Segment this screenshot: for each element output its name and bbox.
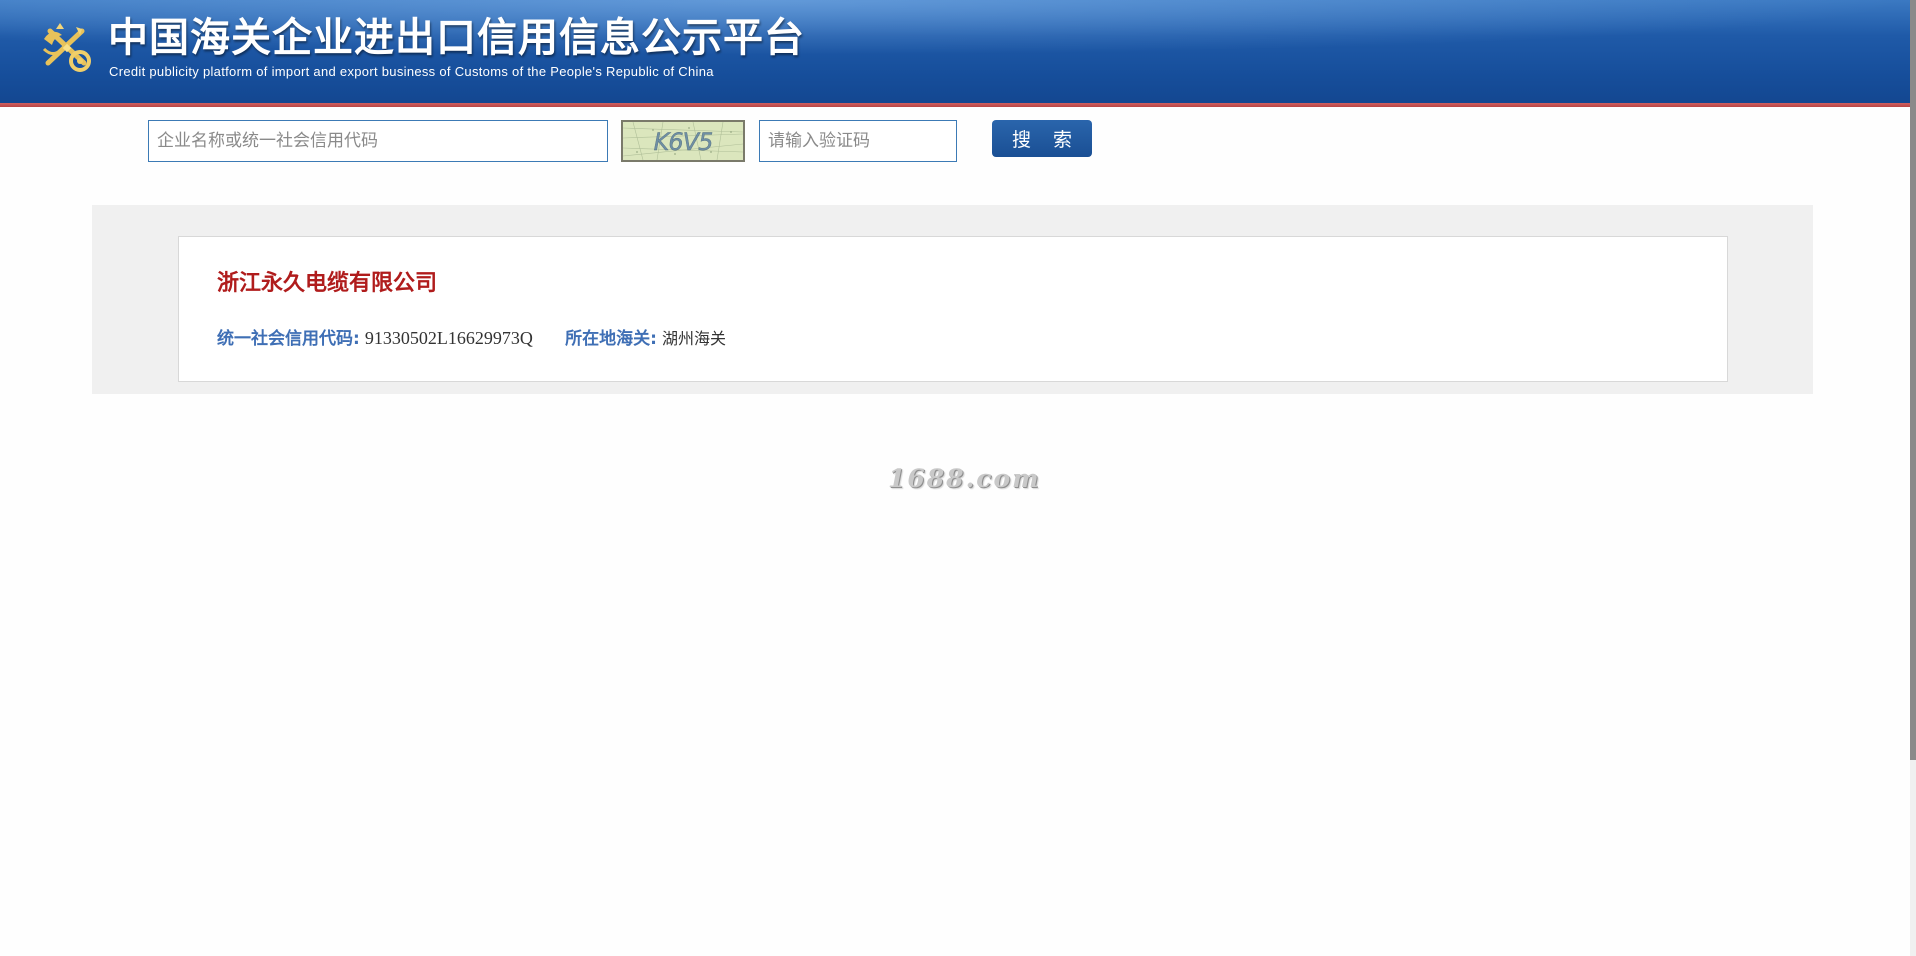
captcha-input[interactable]: [759, 120, 957, 162]
customs-value: 湖州海关: [662, 329, 727, 348]
customs-emblem-icon: [42, 23, 91, 72]
site-subtitle: Credit publicity platform of import and …: [109, 64, 714, 79]
captcha-text: K6V5: [654, 128, 713, 156]
result-card: 浙江永久电缆有限公司 统一社会信用代码: 91330502L16629973Q …: [178, 236, 1728, 382]
page: 中国海关企业进出口信用信息公示平台 Credit publicity platf…: [0, 0, 1916, 956]
captcha-image[interactable]: K6V5: [621, 120, 745, 162]
company-name-link[interactable]: 浙江永久电缆有限公司: [217, 269, 437, 299]
watermark-text: 1688.com: [888, 464, 1041, 493]
search-button[interactable]: 搜 索: [992, 120, 1092, 157]
company-info-row: 统一社会信用代码: 91330502L16629973Q 所在地海关: 湖州海关: [217, 325, 726, 351]
header-banner: 中国海关企业进出口信用信息公示平台 Credit publicity platf…: [0, 0, 1910, 103]
credit-code-value: 91330502L16629973Q: [364, 328, 533, 348]
company-search-input[interactable]: [148, 120, 608, 162]
header-accent-stripe: [0, 103, 1910, 107]
scrollbar-thumb[interactable]: [1910, 0, 1916, 760]
site-title: 中国海关企业进出口信用信息公示平台: [108, 15, 805, 61]
page-scrollbar[interactable]: [1910, 0, 1916, 956]
credit-code-label: 统一社会信用代码:: [217, 329, 360, 349]
captcha-noise: K6V5: [623, 122, 743, 160]
customs-label: 所在地海关:: [565, 329, 657, 349]
